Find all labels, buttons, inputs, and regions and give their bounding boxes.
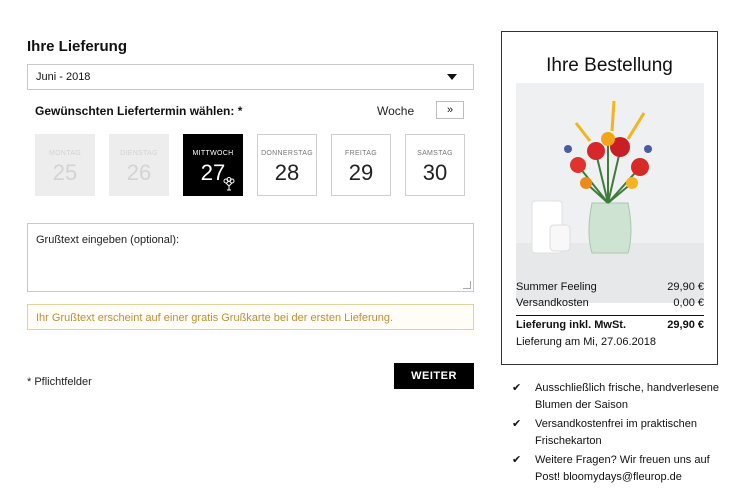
benefit-item: ✔ Ausschließlich frische, handverlesene … <box>512 380 727 414</box>
shipping-line: Versandkosten 0,00 € <box>516 297 704 309</box>
checkmark-icon: ✔ <box>512 454 522 466</box>
delivery-title: Ihre Lieferung <box>27 38 128 55</box>
resize-handle-icon[interactable] <box>463 281 471 289</box>
day-name: SAMSTAG <box>417 150 453 157</box>
day-number: 25 <box>52 160 78 185</box>
month-select[interactable]: Juni - 2018 <box>27 64 474 90</box>
day-tuesday: DIENSTAG 26 <box>109 134 169 196</box>
flower-bouquet-icon <box>223 177 235 191</box>
checkmark-icon: ✔ <box>512 382 522 394</box>
day-name: DIENSTAG <box>120 150 158 157</box>
day-number: 30 <box>422 160 448 185</box>
week-label: Woche <box>377 104 415 118</box>
day-friday[interactable]: FREITAG 29 <box>331 134 391 196</box>
benefit-text: Weitere Fragen? Wir freuen uns auf Post!… <box>535 454 710 483</box>
day-monday: MONTAG 25 <box>35 134 95 196</box>
day-name: MITTWOCH <box>192 150 234 157</box>
total-divider <box>516 315 704 316</box>
order-title: Ihre Bestellung <box>546 55 673 76</box>
day-wednesday[interactable]: MITTWOCH 27 <box>183 134 243 196</box>
day-name: MONTAG <box>48 150 81 157</box>
greeting-textarea[interactable]: Grußtext eingeben (optional): <box>27 223 474 292</box>
greeting-notice: Ihr Grußtext erscheint auf einer gratis … <box>27 304 474 330</box>
day-thursday[interactable]: DONNERSTAG 28 <box>257 134 317 196</box>
next-week-button[interactable]: » <box>436 101 464 119</box>
required-note: * Pflichtfelder <box>27 376 92 388</box>
chevron-down-icon[interactable] <box>447 74 457 80</box>
total-line: Lieferung inkl. MwSt. 29,90 € <box>516 319 704 331</box>
month-select-value: Juni - 2018 <box>36 71 91 83</box>
checkmark-icon: ✔ <box>512 418 522 430</box>
greeting-placeholder: Grußtext eingeben (optional): <box>36 234 180 246</box>
next-button[interactable]: WEITER <box>394 363 474 389</box>
benefit-item: ✔ Versandkostenfrei im praktischen Frisc… <box>512 416 727 450</box>
day-number: 29 <box>348 160 374 185</box>
day-name: FREITAG <box>345 150 377 157</box>
total-price: 29,90 € <box>667 319 704 331</box>
order-summary: Ihre Bestellung Summer Feeling 29,90 € V… <box>501 31 718 365</box>
product-price: 29,90 € <box>667 281 704 293</box>
total-label: Lieferung inkl. MwSt. <box>516 319 627 331</box>
delivery-date: Lieferung am Mi, 27.06.2018 <box>516 336 657 348</box>
product-image <box>516 83 704 303</box>
delivery-date-label: Gewünschten Liefertermin wählen: * <box>35 104 243 118</box>
benefit-text: Ausschließlich frische, handverlesene Bl… <box>535 382 720 411</box>
benefits-list: ✔ Ausschließlich frische, handverlesene … <box>512 380 727 486</box>
day-name: DONNERSTAG <box>261 150 313 157</box>
benefit-text: Versandkostenfrei im praktischen Frische… <box>535 418 698 447</box>
shipping-price: 0,00 € <box>673 297 704 309</box>
product-line: Summer Feeling 29,90 € <box>516 281 704 293</box>
day-saturday[interactable]: SAMSTAG 30 <box>405 134 465 196</box>
day-number: 26 <box>126 160 152 185</box>
day-number: 28 <box>274 160 300 185</box>
shipping-label: Versandkosten <box>516 297 589 309</box>
product-name: Summer Feeling <box>516 281 597 293</box>
benefit-item: ✔ Weitere Fragen? Wir freuen uns auf Pos… <box>512 452 727 486</box>
